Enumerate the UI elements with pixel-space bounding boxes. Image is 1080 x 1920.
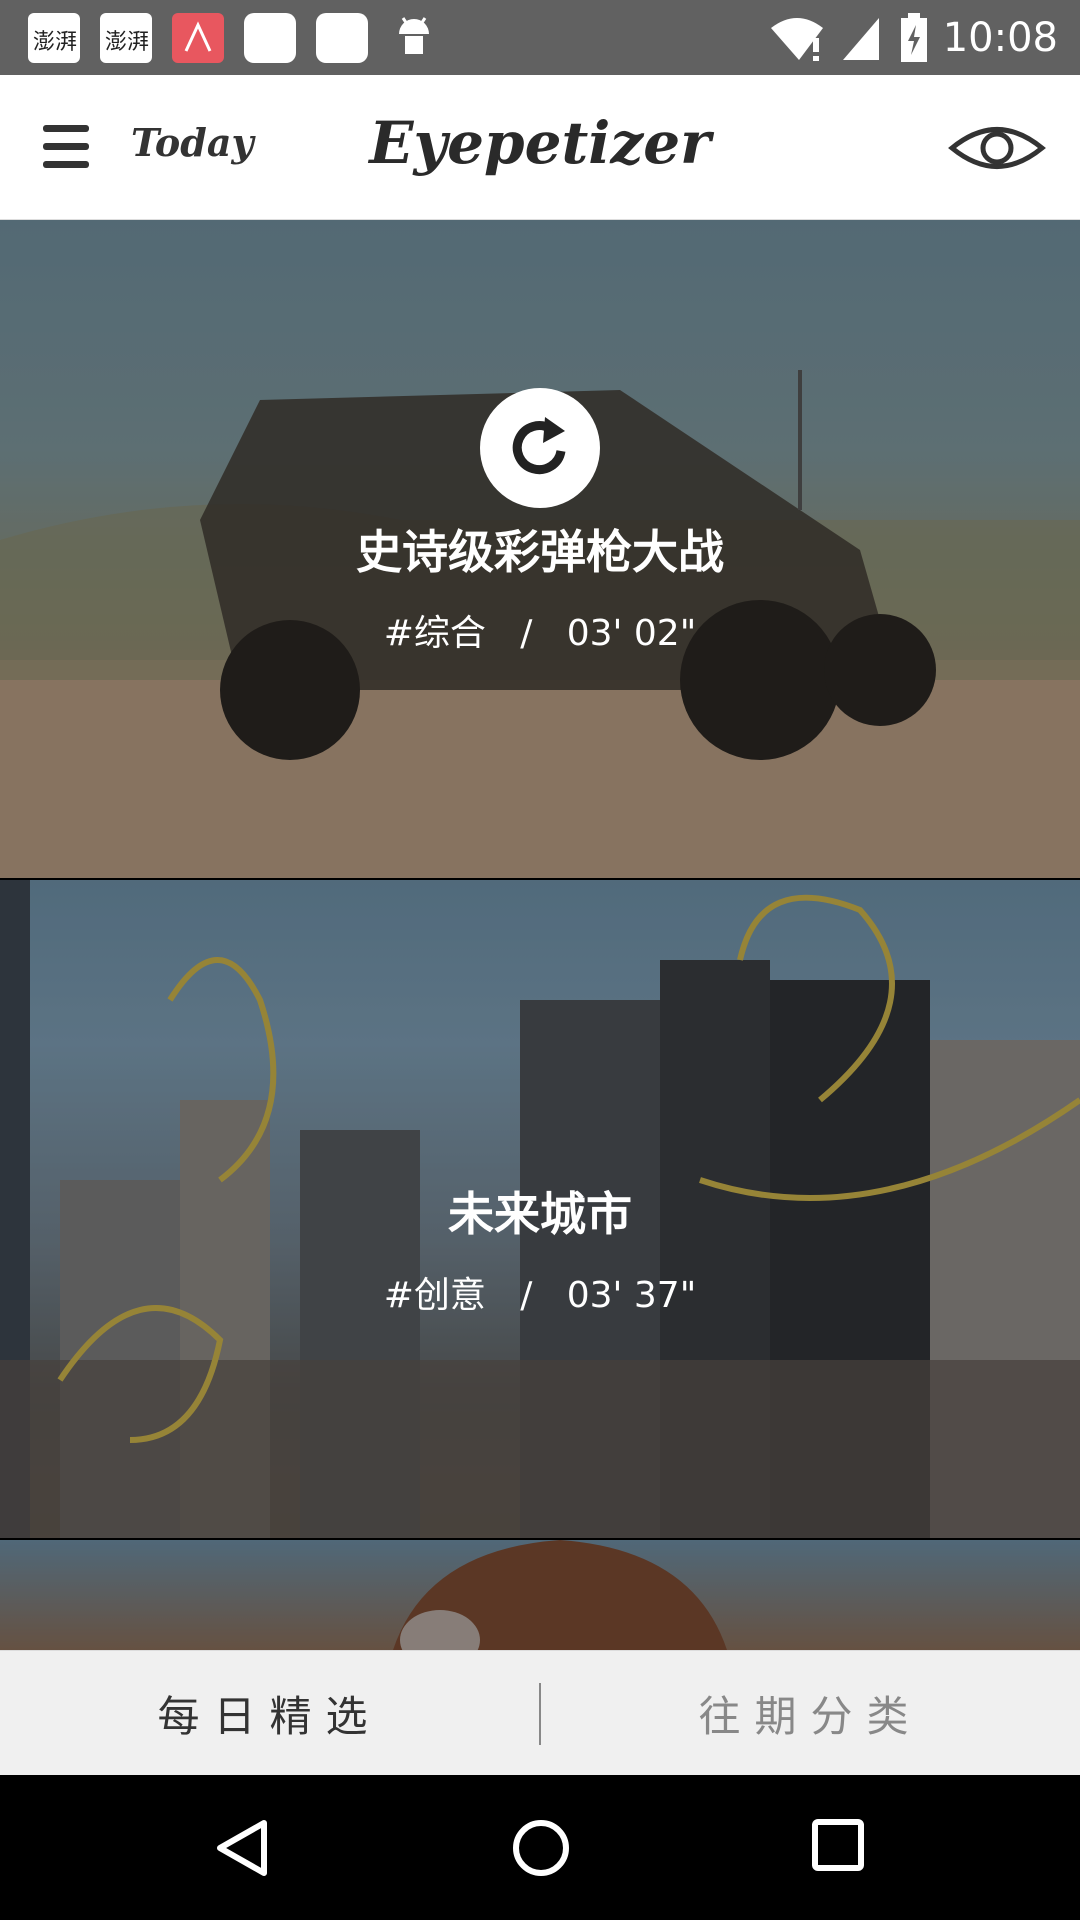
app-title: Eyepetizer	[369, 109, 711, 177]
recents-icon[interactable]	[810, 1817, 866, 1873]
notification-icon-app	[172, 13, 224, 63]
meta-separator: /	[520, 613, 533, 654]
app-icon	[184, 21, 212, 52]
clock: 10:08	[942, 14, 1058, 61]
status-bar: 澎湃 澎湃 10:08	[0, 0, 1080, 75]
notification-icon-blank	[244, 13, 296, 63]
bottom-tabs: 每日精选 往期分类	[0, 1650, 1080, 1776]
video-meta: #综合 / 03' 02"	[0, 604, 1080, 656]
home-icon[interactable]	[510, 1817, 572, 1879]
video-category: #综合	[383, 613, 486, 654]
notification-icon-blank	[316, 13, 368, 63]
eye-icon[interactable]	[948, 123, 1046, 173]
video-title: 史诗级彩弹枪大战	[356, 525, 724, 579]
notification-icon-news: 澎湃	[28, 13, 80, 63]
refresh-icon	[512, 417, 566, 475]
notification-label: 澎湃	[33, 30, 78, 55]
video-card[interactable]: 未来城市 #创意 / 03' 37"	[0, 880, 1080, 1538]
video-title: 未来城市	[448, 1187, 632, 1241]
video-category: #创意	[383, 1275, 486, 1316]
status-icons: 10:08	[769, 10, 1058, 65]
signal-icon	[842, 17, 879, 60]
navigation-bar	[0, 1775, 1080, 1920]
video-card[interactable]: 史诗级彩弹枪大战 #综合 / 03' 02"	[0, 220, 1080, 878]
video-meta: #创意 / 03' 37"	[0, 1266, 1080, 1318]
refresh-button[interactable]	[480, 388, 600, 508]
thumbnail-scrim	[0, 1540, 1080, 1650]
app-bar: Today Eyepetizer	[0, 75, 1080, 220]
notification-icon-news: 澎湃	[100, 13, 152, 63]
video-duration: 03' 02"	[566, 613, 697, 654]
back-icon[interactable]	[212, 1817, 272, 1879]
battery-icon	[900, 12, 927, 62]
video-duration: 03' 37"	[566, 1275, 697, 1316]
tab-past-categories[interactable]: 往期分类	[541, 1651, 1080, 1776]
tab-daily-picks[interactable]: 每日精选	[0, 1651, 539, 1776]
video-card[interactable]	[0, 1540, 1080, 1650]
android-icon	[399, 17, 429, 54]
wifi-icon	[770, 17, 823, 61]
video-feed[interactable]: 史诗级彩弹枪大战 #综合 / 03' 02" 未来城市 #创意 / 03' 37…	[0, 220, 1080, 1650]
notification-label: 澎湃	[105, 30, 150, 55]
meta-separator: /	[520, 1275, 533, 1316]
